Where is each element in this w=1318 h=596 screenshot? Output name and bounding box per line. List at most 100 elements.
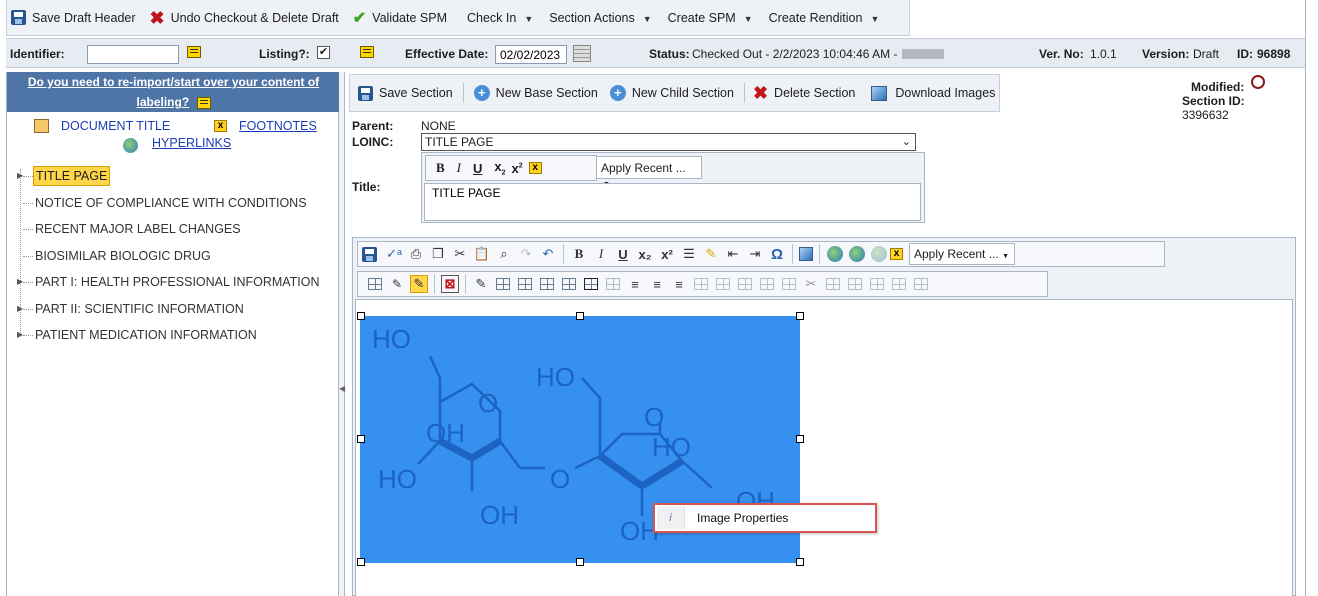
resize-handle[interactable]	[357, 558, 365, 566]
resize-handle[interactable]	[357, 312, 365, 320]
comment-icon[interactable]	[360, 45, 375, 58]
insert-row-icon[interactable]	[496, 278, 510, 290]
paste-row-before-icon[interactable]	[848, 278, 862, 290]
insert-table-icon[interactable]	[368, 278, 382, 290]
bold-icon[interactable]: B	[570, 245, 588, 263]
col-props-icon[interactable]	[914, 278, 928, 290]
insert-col-after-icon[interactable]	[716, 278, 730, 290]
clear-format-icon[interactable]: x	[528, 162, 542, 174]
section-actions-menu[interactable]: Section Actions ▼	[549, 11, 651, 25]
undo-icon[interactable]: ↶	[539, 245, 557, 263]
hyperlinks-link[interactable]: HYPERLINKS	[152, 136, 231, 150]
merge-cells-icon[interactable]	[540, 278, 554, 290]
cell-properties-icon[interactable]: ✎	[472, 275, 490, 293]
delete-section-button[interactable]: Delete Section	[774, 86, 855, 100]
find-icon[interactable]: ⌕	[495, 245, 513, 263]
insert-row-before-icon[interactable]	[760, 278, 774, 290]
new-base-section-button[interactable]: New Base Section	[496, 86, 598, 100]
indent-icon[interactable]: ⇥	[746, 245, 764, 263]
delete-col-icon[interactable]	[738, 278, 752, 290]
anchor-globe-icon[interactable]	[871, 246, 887, 262]
align-left-icon[interactable]: ≡	[626, 275, 644, 293]
image-properties-menu-item[interactable]: i Image Properties	[657, 507, 873, 529]
italic-icon[interactable]: I	[592, 245, 610, 263]
panel-splitter[interactable]: ◀	[339, 72, 345, 596]
validate-spm-button[interactable]: Validate SPM	[372, 11, 447, 25]
paste-row-after-icon[interactable]	[870, 278, 884, 290]
copy-icon[interactable]: ❐	[429, 245, 447, 263]
create-rendition-menu[interactable]: Create Rendition ▼	[769, 11, 880, 25]
resize-handle[interactable]	[796, 435, 804, 443]
footnote-x-icon[interactable]: x	[890, 248, 903, 260]
redo-icon[interactable]: ↷	[517, 245, 535, 263]
resize-handle[interactable]	[796, 558, 804, 566]
editor-content-area[interactable]: HO HO O OH HO OH O O HO OH OH i Image Pr…	[355, 299, 1293, 596]
resize-handle[interactable]	[576, 558, 584, 566]
title-apply-recent-dropdown[interactable]: Apply Recent ... ▼	[596, 156, 702, 188]
title-input[interactable]: TITLE PAGE	[424, 183, 921, 221]
underline-icon[interactable]: U	[614, 245, 632, 263]
save-icon	[358, 85, 373, 101]
save-draft-header-button[interactable]: Save Draft Header	[32, 11, 136, 25]
insert-col-before-icon[interactable]	[694, 278, 708, 290]
subscript-icon[interactable]: x₂	[636, 245, 654, 263]
spellcheck-icon[interactable]: ✓ᵃ	[385, 245, 403, 263]
align-center-icon[interactable]: ≡	[648, 275, 666, 293]
save-section-button[interactable]: Save Section	[379, 86, 453, 100]
check-in-menu[interactable]: Check In ▼	[467, 11, 533, 25]
resize-handle[interactable]	[576, 312, 584, 320]
delete-table-icon[interactable]: ⊠	[441, 275, 459, 293]
toolbar-divider	[819, 244, 820, 264]
cell-edit-icon[interactable]: ✎	[410, 275, 428, 293]
editor-toolbar-row2: ✎ ✎ ⊠ ✎ ≡ ≡ ≡ ✂	[357, 271, 1048, 297]
download-images-button[interactable]: Download Images	[895, 86, 995, 100]
apply-recent-dropdown[interactable]: Apply Recent ... ▼	[909, 243, 1015, 265]
cell-grid-icon[interactable]	[606, 278, 620, 290]
copy-row-icon[interactable]	[826, 278, 840, 290]
effective-date-field[interactable]	[495, 45, 567, 64]
insert-image-icon[interactable]	[799, 247, 813, 261]
highlight-icon[interactable]: ✎	[702, 245, 720, 263]
list-icon[interactable]: ☰	[680, 245, 698, 263]
reimport-link[interactable]: Do you need to re-import/start over your…	[28, 75, 319, 109]
table-borders-icon[interactable]	[584, 278, 598, 290]
footnotes-link[interactable]: FOOTNOTES	[239, 119, 317, 133]
table-properties-icon[interactable]: ✎	[388, 275, 406, 293]
undo-checkout-button[interactable]: Undo Checkout & Delete Draft	[171, 11, 339, 25]
new-child-section-button[interactable]: New Child Section	[632, 86, 734, 100]
print-icon[interactable]: ⎙	[407, 245, 425, 263]
cut-icon[interactable]: ✂	[451, 245, 469, 263]
chem-label: O	[550, 464, 570, 494]
listing-checkbox[interactable]: ✔	[317, 46, 330, 59]
superscript-icon[interactable]: x²	[658, 245, 676, 263]
outdent-icon[interactable]: ⇤	[724, 245, 742, 263]
split-cells-icon[interactable]	[562, 278, 576, 290]
omega-icon[interactable]: Ω	[768, 245, 786, 263]
calendar-icon[interactable]	[573, 45, 591, 62]
loinc-select[interactable]: TITLE PAGE ⌄	[421, 133, 916, 151]
superscript-icon[interactable]: x2	[512, 161, 523, 176]
cut-row-icon[interactable]: ✂	[802, 275, 820, 293]
create-spm-menu[interactable]: Create SPM ▼	[668, 11, 753, 25]
toolbar-divider	[743, 83, 745, 103]
comment-icon[interactable]	[196, 96, 211, 109]
comment-icon[interactable]	[187, 45, 201, 58]
resize-handle[interactable]	[357, 435, 365, 443]
insert-column-icon[interactable]	[518, 278, 532, 290]
row-props-icon[interactable]	[892, 278, 906, 290]
identifier-field[interactable]	[87, 45, 179, 64]
apply-recent-label: Apply Recent ...	[914, 247, 999, 261]
link-globe-icon[interactable]	[827, 246, 843, 262]
insert-row-after-icon[interactable]	[782, 278, 796, 290]
bold-icon[interactable]: B	[436, 160, 445, 176]
unlink-globe-icon[interactable]	[849, 246, 865, 262]
resize-handle[interactable]	[796, 312, 804, 320]
save-icon[interactable]	[362, 246, 377, 262]
paste-icon[interactable]: 📋	[473, 245, 491, 263]
subscript-icon[interactable]: x2	[494, 159, 505, 177]
document-title-link[interactable]: DOCUMENT TITLE	[61, 119, 170, 133]
align-right-icon[interactable]: ≡	[670, 275, 688, 293]
underline-icon[interactable]: U	[473, 161, 482, 176]
top-toolbar: Save Draft Header ✖ Undo Checkout & Dele…	[6, 0, 910, 36]
italic-icon[interactable]: I	[457, 160, 461, 176]
